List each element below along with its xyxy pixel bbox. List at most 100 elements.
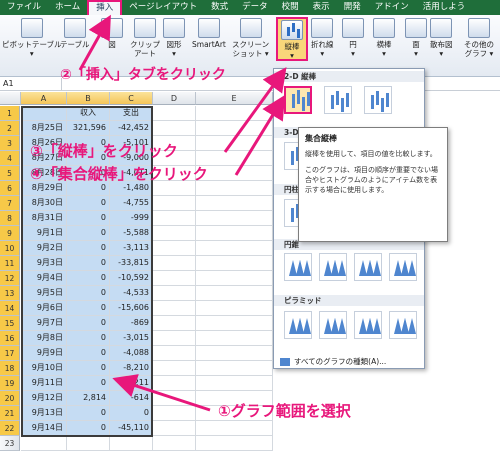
table-cell[interactable]: 0	[67, 346, 110, 361]
scatter-chart-button[interactable]: 散布図 ▾	[430, 18, 453, 58]
tab-developer[interactable]: 開発	[337, 0, 368, 15]
row-header[interactable]: 12	[0, 271, 20, 286]
header-cell[interactable]: 収入	[67, 106, 110, 121]
table-cell[interactable]	[196, 196, 273, 211]
table-cell[interactable]	[153, 361, 196, 376]
table-cell[interactable]: 8月30日	[21, 196, 67, 211]
table-cell[interactable]	[153, 286, 196, 301]
table-cell[interactable]: -2,211	[110, 376, 153, 391]
table-cell[interactable]: -33,815	[110, 256, 153, 271]
clip-art-button[interactable]: クリップ アート	[130, 18, 160, 58]
row-header[interactable]: 6	[0, 181, 20, 196]
table-cell[interactable]: 0	[67, 286, 110, 301]
row-header[interactable]: 4	[0, 151, 20, 166]
table-cell[interactable]: 0	[67, 331, 110, 346]
area-chart-button[interactable]: 面 ▾	[405, 18, 427, 58]
row-header[interactable]: 8	[0, 211, 20, 226]
cone-thumbnail-3[interactable]	[354, 253, 382, 281]
table-cell[interactable]: 9月9日	[21, 346, 67, 361]
table-cell[interactable]: -8,210	[110, 361, 153, 376]
table-cell[interactable]: 2,814	[67, 391, 110, 406]
table-cell[interactable]: 0	[67, 226, 110, 241]
line-chart-button[interactable]: 折れ線 ▾	[311, 18, 334, 58]
table-cell[interactable]: -3,015	[110, 331, 153, 346]
shapes-button[interactable]: 図形 ▾	[163, 18, 185, 58]
table-cell[interactable]: 0	[67, 376, 110, 391]
column-chart-button[interactable]: 縦棒 ▾	[276, 17, 308, 61]
table-cell[interactable]: -5,588	[110, 226, 153, 241]
table-cell[interactable]	[153, 331, 196, 346]
row-header[interactable]: 23	[0, 436, 20, 451]
table-cell[interactable]	[153, 421, 196, 436]
table-cell[interactable]	[196, 271, 273, 286]
column-header-c[interactable]: C	[110, 92, 153, 105]
cone-thumbnail-2[interactable]	[319, 253, 347, 281]
table-cell[interactable]	[153, 376, 196, 391]
row-header[interactable]: 14	[0, 301, 20, 316]
pyramid-thumbnail-1[interactable]	[284, 311, 312, 339]
cone-thumbnail-1[interactable]	[284, 253, 312, 281]
table-cell[interactable]: 9月8日	[21, 331, 67, 346]
column-header-b[interactable]: B	[67, 92, 110, 105]
table-cell[interactable]	[196, 136, 273, 151]
table-cell[interactable]: -999	[110, 211, 153, 226]
stacked-column-thumbnail[interactable]	[324, 86, 352, 114]
table-cell[interactable]: 9月2日	[21, 241, 67, 256]
table-cell[interactable]	[153, 391, 196, 406]
table-cell[interactable]	[196, 316, 273, 331]
column-header-e[interactable]: E	[196, 92, 273, 105]
screenshot-button[interactable]: スクリーン ショット ▾	[232, 18, 269, 58]
table-cell[interactable]	[67, 436, 110, 451]
select-all-corner[interactable]	[0, 92, 21, 105]
row-header[interactable]: 21	[0, 406, 20, 421]
table-button[interactable]: テーブル	[60, 18, 90, 49]
smartart-button[interactable]: SmartArt	[192, 18, 226, 49]
table-cell[interactable]: 0	[67, 271, 110, 286]
table-cell[interactable]	[196, 346, 273, 361]
table-cell[interactable]: -4,088	[110, 346, 153, 361]
table-cell[interactable]: 0	[67, 196, 110, 211]
row-header[interactable]: 5	[0, 166, 20, 181]
table-cell[interactable]	[153, 196, 196, 211]
table-cell[interactable]: -15,606	[110, 301, 153, 316]
bar-chart-button[interactable]: 横棒 ▾	[373, 18, 395, 58]
table-cell[interactable]: -614	[110, 391, 153, 406]
pivot-table-button[interactable]: ピボットテーブル ▾	[2, 18, 62, 58]
table-cell[interactable]: -10,592	[110, 271, 153, 286]
tab-home[interactable]: ホーム	[48, 0, 87, 15]
table-cell[interactable]	[153, 256, 196, 271]
table-cell[interactable]: 0	[67, 301, 110, 316]
row-header[interactable]: 7	[0, 196, 20, 211]
tab-formulas[interactable]: 数式	[204, 0, 235, 15]
row-header[interactable]: 17	[0, 346, 20, 361]
row-header[interactable]: 9	[0, 226, 20, 241]
table-cell[interactable]	[153, 436, 196, 451]
table-cell[interactable]: 0	[67, 241, 110, 256]
table-cell[interactable]	[153, 271, 196, 286]
table-cell[interactable]	[196, 421, 273, 436]
tab-addins[interactable]: アドイン	[368, 0, 416, 15]
header-cell[interactable]: 支出	[110, 106, 153, 121]
table-cell[interactable]: -869	[110, 316, 153, 331]
table-cell[interactable]: 9月5日	[21, 286, 67, 301]
table-cell[interactable]: 9月4日	[21, 271, 67, 286]
table-cell[interactable]	[196, 226, 273, 241]
table-cell[interactable]: 9月14日	[21, 421, 67, 436]
other-charts-button[interactable]: その他の グラフ ▾	[464, 18, 494, 58]
column-header-a[interactable]: A	[21, 92, 67, 105]
cone-thumbnail-4[interactable]	[389, 253, 417, 281]
row-header[interactable]: 1	[0, 106, 20, 121]
table-cell[interactable]	[196, 436, 273, 451]
tab-review[interactable]: 校閲	[275, 0, 306, 15]
table-cell[interactable]	[196, 361, 273, 376]
table-cell[interactable]	[153, 406, 196, 421]
tab-data[interactable]: データ	[235, 0, 275, 15]
header-cell[interactable]	[21, 106, 67, 121]
row-header[interactable]: 15	[0, 316, 20, 331]
table-cell[interactable]	[153, 211, 196, 226]
table-cell[interactable]	[196, 241, 273, 256]
table-cell[interactable]: -4,533	[110, 286, 153, 301]
tab-insert[interactable]: 挿入	[87, 0, 123, 15]
table-cell[interactable]	[21, 436, 67, 451]
row-header[interactable]: 18	[0, 361, 20, 376]
